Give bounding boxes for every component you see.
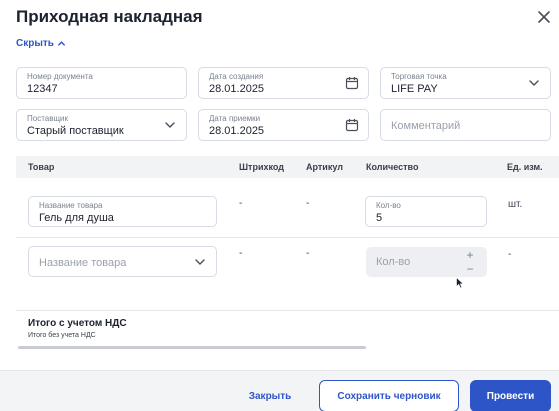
total-without-vat: Итого без учета НДС bbox=[28, 332, 96, 339]
calendar-icon[interactable] bbox=[345, 118, 359, 132]
column-header-quantity: Количество bbox=[366, 162, 419, 172]
quantity-field[interactable]: Кол-во 5 bbox=[365, 196, 487, 227]
created-date-label: Дата создания bbox=[209, 72, 264, 81]
total-with-vat: Итого с учетом НДС bbox=[28, 318, 127, 329]
totals-divider bbox=[16, 310, 559, 311]
doc-number-label: Номер документа bbox=[27, 72, 93, 81]
supplier-value: Старый поставщик bbox=[27, 125, 124, 137]
horizontal-scrollbar[interactable] bbox=[18, 346, 366, 349]
chevron-down-icon bbox=[529, 80, 539, 86]
product-select[interactable]: Название товара bbox=[28, 246, 217, 277]
save-draft-button[interactable]: Сохранить черновик bbox=[319, 380, 459, 411]
product-placeholder: Название товара bbox=[39, 257, 127, 269]
product-name-label: Название товара bbox=[39, 201, 103, 210]
table-header bbox=[16, 156, 559, 178]
created-date-field[interactable]: Дата создания 28.01.2025 bbox=[198, 67, 369, 99]
supplier-select[interactable]: Поставщик Старый поставщик bbox=[16, 109, 187, 141]
product-name-value: Гель для душа bbox=[39, 212, 114, 224]
quantity-value: 5 bbox=[376, 212, 383, 224]
unit-value: - bbox=[508, 249, 512, 260]
page-title: Приходная накладная bbox=[16, 7, 203, 26]
chevron-down-icon bbox=[195, 259, 205, 265]
collapse-toggle[interactable]: Скрыть bbox=[16, 38, 66, 49]
column-header-unit: Ед. изм. bbox=[507, 162, 543, 172]
close-icon[interactable] bbox=[537, 10, 551, 24]
doc-number-value: 12347 bbox=[27, 83, 58, 95]
post-button[interactable]: Провести bbox=[470, 380, 551, 411]
calendar-icon[interactable] bbox=[345, 76, 359, 90]
column-header-product: Товар bbox=[28, 162, 55, 172]
barcode-value: - bbox=[239, 248, 243, 259]
created-date-value: 28.01.2025 bbox=[209, 83, 265, 95]
unit-value: шт. bbox=[508, 199, 523, 210]
doc-number-field[interactable]: Номер документа 12347 bbox=[16, 67, 187, 99]
supplier-label: Поставщик bbox=[27, 114, 69, 123]
close-button[interactable]: Закрыть bbox=[236, 380, 304, 411]
trade-point-value: LIFE PAY bbox=[391, 83, 438, 95]
barcode-value: - bbox=[239, 198, 243, 209]
trade-point-label: Торговая точка bbox=[391, 72, 447, 81]
received-date-label: Дата приемки bbox=[209, 114, 261, 123]
trade-point-select[interactable]: Торговая точка LIFE PAY bbox=[380, 67, 551, 99]
decrement-button[interactable]: − bbox=[461, 262, 479, 276]
received-date-value: 28.01.2025 bbox=[209, 125, 265, 137]
column-header-article: Артикул bbox=[306, 162, 343, 172]
quantity-stepper[interactable]: Кол-во + − bbox=[366, 247, 487, 277]
increment-button[interactable]: + bbox=[461, 248, 479, 262]
product-name-field[interactable]: Название товара Гель для душа bbox=[28, 196, 217, 227]
collapse-label: Скрыть bbox=[16, 38, 54, 49]
chevron-down-icon bbox=[165, 122, 175, 128]
comment-placeholder: Комментарий bbox=[391, 120, 461, 132]
quantity-placeholder: Кол-во bbox=[376, 256, 411, 268]
row-divider bbox=[16, 237, 559, 238]
chevron-up-icon bbox=[58, 41, 65, 46]
article-value: - bbox=[306, 248, 310, 259]
article-value: - bbox=[306, 198, 310, 209]
comment-field[interactable]: Комментарий bbox=[380, 109, 551, 141]
quantity-label: Кол-во bbox=[376, 201, 401, 210]
mouse-cursor-icon bbox=[456, 277, 464, 289]
column-header-barcode: Штрихкод bbox=[239, 162, 284, 172]
received-date-field[interactable]: Дата приемки 28.01.2025 bbox=[198, 109, 369, 141]
